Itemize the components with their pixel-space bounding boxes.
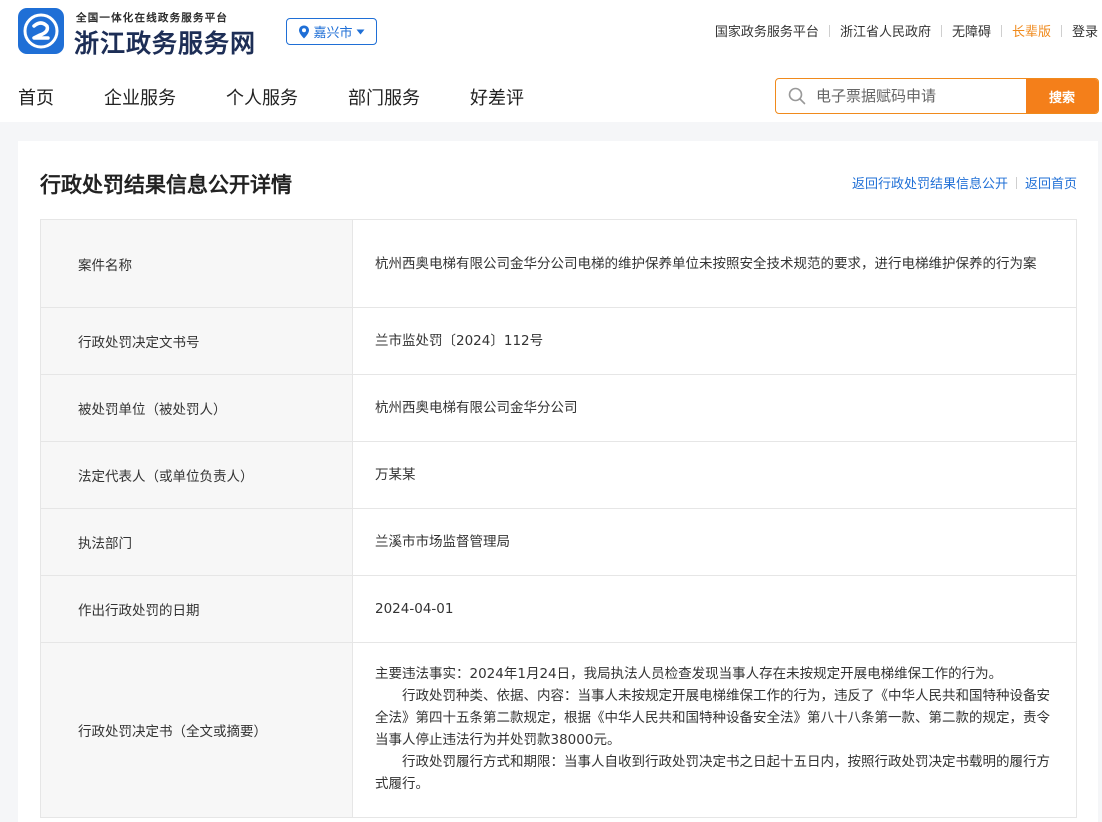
page-title: 行政处罚结果信息公开详情 — [40, 173, 292, 197]
decision-paragraph-fulfillment: 行政处罚履行方式和期限：当事人自收到行政处罚决定书之日起十五日内，按照行政处罚决… — [375, 754, 1050, 792]
table-row: 行政处罚决定书（全文或摘要） 主要违法事实：2024年1月24日，我局执法人员检… — [41, 643, 1076, 817]
login-link[interactable]: 登录 — [1062, 21, 1098, 40]
link-accessibility[interactable]: 无障碍 — [942, 21, 1001, 40]
row-label-document-number: 行政处罚决定文书号 — [41, 308, 353, 374]
search-box: 搜索 — [775, 78, 1099, 114]
search-input[interactable] — [812, 79, 1026, 113]
location-pin-icon — [299, 25, 310, 38]
row-value-penalty-date: 2024-04-01 — [375, 601, 454, 617]
nav-item-departments[interactable]: 部门服务 — [348, 84, 420, 110]
row-label-decision-text: 行政处罚决定书（全文或摘要） — [41, 643, 353, 817]
row-value-case-name: 杭州西奥电梯有限公司金华分公司电梯的维护保养单位未按照安全技术规范的要求，进行电… — [375, 255, 1037, 272]
divider — [1015, 176, 1017, 189]
top-links: 国家政务服务平台 浙江省人民政府 无障碍 长辈版 登录 — [705, 21, 1098, 40]
row-label-case-name: 案件名称 — [41, 220, 353, 307]
link-zhejiang-government[interactable]: 浙江省人民政府 — [830, 21, 941, 40]
site-header: 全国一体化在线政务服务平台 浙江政务服务网 嘉兴市 国家政务服务平台 浙江省人民… — [0, 0, 1102, 122]
table-row: 执法部门 兰溪市市场监督管理局 — [41, 509, 1076, 576]
decision-paragraph-facts: 主要违法事实：2024年1月24日，我局执法人员检查发现当事人存在未按规定开展电… — [375, 666, 1003, 682]
breadcrumb: 返回行政处罚结果信息公开 返回首页 — [852, 173, 1077, 192]
table-row: 作出行政处罚的日期 2024-04-01 — [41, 576, 1076, 643]
row-label-legal-representative: 法定代表人（或单位负责人） — [41, 442, 353, 508]
caret-down-icon — [356, 29, 364, 34]
detail-card: 行政处罚结果信息公开详情 返回行政处罚结果信息公开 返回首页 案件名称 杭州西奥… — [18, 141, 1098, 822]
city-selector[interactable]: 嘉兴市 — [286, 18, 377, 45]
table-row: 案件名称 杭州西奥电梯有限公司金华分公司电梯的维护保养单位未按照安全技术规范的要… — [41, 220, 1076, 308]
city-name: 嘉兴市 — [313, 26, 353, 41]
row-label-penalty-date: 作出行政处罚的日期 — [41, 576, 353, 642]
detail-table: 案件名称 杭州西奥电梯有限公司金华分公司电梯的维护保养单位未按照安全技术规范的要… — [40, 219, 1077, 818]
nav-item-feedback[interactable]: 好差评 — [470, 84, 524, 110]
logo-mark — [23, 13, 59, 49]
nav-item-personal[interactable]: 个人服务 — [226, 84, 298, 110]
row-value-enforcement-department: 兰溪市市场监督管理局 — [375, 534, 510, 550]
nav-item-home[interactable]: 首页 — [18, 84, 54, 110]
logo-title[interactable]: 浙江政务服务网 — [74, 24, 256, 60]
table-row: 行政处罚决定文书号 兰市监处罚〔2024〕112号 — [41, 308, 1076, 375]
main-nav: 首页 企业服务 个人服务 部门服务 好差评 — [18, 84, 574, 110]
search-button[interactable]: 搜索 — [1026, 79, 1098, 113]
logo-subtitle: 全国一体化在线政务服务平台 — [76, 12, 229, 24]
link-elder-mode[interactable]: 长辈版 — [1002, 21, 1061, 40]
nav-item-enterprise[interactable]: 企业服务 — [104, 84, 176, 110]
back-to-home-link[interactable]: 返回首页 — [1025, 173, 1077, 192]
link-national-platform[interactable]: 国家政务服务平台 — [705, 21, 829, 40]
row-value-decision-text: 主要违法事实：2024年1月24日，我局执法人员检查发现当事人存在未按规定开展电… — [353, 643, 1076, 817]
row-value-penalized-party: 杭州西奥电梯有限公司金华分公司 — [375, 400, 578, 416]
row-value-legal-representative: 万某某 — [375, 467, 416, 483]
row-value-document-number: 兰市监处罚〔2024〕112号 — [375, 333, 544, 349]
table-row: 被处罚单位（被处罚人） 杭州西奥电梯有限公司金华分公司 — [41, 375, 1076, 442]
back-to-list-link[interactable]: 返回行政处罚结果信息公开 — [852, 173, 1008, 192]
row-label-penalized-party: 被处罚单位（被处罚人） — [41, 375, 353, 441]
decision-paragraph-basis: 行政处罚种类、依据、内容：当事人未按规定开展电梯维保工作的行为，违反了《中华人民… — [375, 688, 1050, 748]
search-icon — [776, 79, 812, 113]
row-label-enforcement-department: 执法部门 — [41, 509, 353, 575]
site-logo-icon[interactable] — [18, 8, 64, 54]
table-row: 法定代表人（或单位负责人） 万某某 — [41, 442, 1076, 509]
